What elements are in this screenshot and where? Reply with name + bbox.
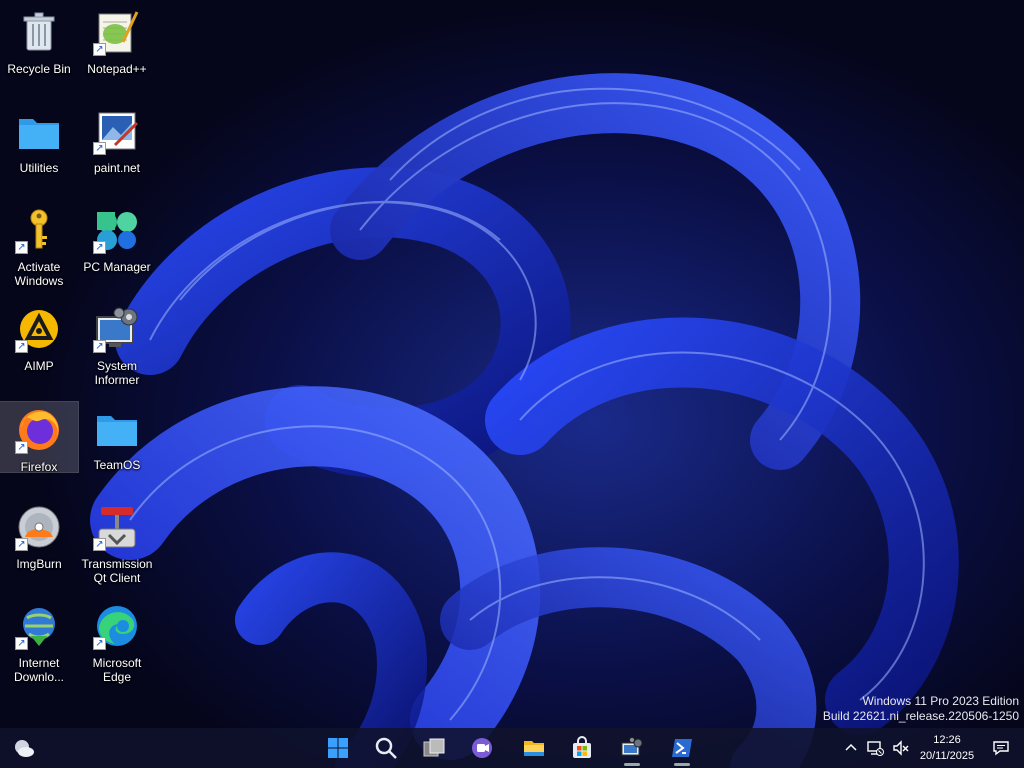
chevron-up-icon	[845, 743, 857, 751]
clock-time: 12:26	[933, 734, 961, 746]
teams-chat-button[interactable]	[464, 730, 500, 766]
running-indicator	[624, 763, 640, 766]
file-explorer-icon	[524, 741, 544, 756]
search-icon	[375, 737, 397, 759]
shortcut-arrow-icon: ↗	[15, 637, 28, 650]
notifications-button[interactable]	[990, 728, 1012, 768]
network-status-button[interactable]	[864, 728, 886, 768]
transmission-icon: ↗	[93, 503, 141, 551]
powershell-icon	[672, 739, 692, 757]
icon-label: Internet Downlo...	[13, 656, 65, 684]
volume-muted-icon	[893, 740, 909, 756]
aimp-icon: ↗	[15, 305, 63, 353]
shortcut-arrow-icon: ↗	[93, 43, 106, 56]
icon-label: Recycle Bin	[7, 62, 71, 76]
system-informer-icon: ↗	[93, 305, 141, 353]
microsoft-edge-icon: ↗	[93, 602, 141, 650]
paint-net-icon: ↗	[93, 107, 141, 155]
weather-widget-button[interactable]	[6, 730, 42, 766]
shortcut-arrow-icon: ↗	[93, 538, 106, 551]
icon-label: Utilities	[19, 161, 59, 175]
file-explorer-button[interactable]	[516, 730, 552, 766]
icon-label: PC Manager	[83, 260, 151, 274]
folder-icon	[15, 107, 63, 155]
internet-download-manager-icon: ↗	[15, 602, 63, 650]
clock-date: 20/11/2025	[919, 750, 975, 762]
edition-text: Windows 11 Pro 2023 Edition	[862, 694, 1019, 708]
icon-label: AIMP	[24, 359, 54, 373]
desktop-icon-notepad-plus-plus[interactable]: ↗ Notepad++	[78, 0, 156, 98]
desktop-icon-paint-net[interactable]: ↗ paint.net	[78, 99, 156, 197]
microsoft-store-button[interactable]	[564, 730, 600, 766]
shortcut-arrow-icon: ↗	[93, 340, 106, 353]
notification-icon	[993, 741, 1009, 756]
recycle-bin-icon	[15, 8, 63, 56]
desktop-icon-teamos[interactable]: TeamOS	[78, 396, 156, 494]
icon-label: TeamOS	[93, 458, 141, 472]
pc-manager-icon: ↗	[93, 206, 141, 254]
desktop-icon-firefox[interactable]: ↗ Firefox	[0, 401, 79, 474]
desktop-icon-microsoft-edge[interactable]: ↗ Microsoft Edge	[78, 594, 156, 692]
network-icon	[867, 741, 884, 756]
firefox-icon: ↗	[15, 406, 63, 454]
build-text: Build 22621.ni_release.220506-1250	[822, 709, 1019, 723]
desktop-icon-aimp[interactable]: ↗ AIMP	[0, 297, 78, 395]
notepad-plus-plus-icon: ↗	[93, 8, 141, 56]
search-button[interactable]	[368, 730, 404, 766]
icon-label: ImgBurn	[16, 557, 62, 571]
desktop-icon-imgburn[interactable]: ↗ ImgBurn	[0, 495, 78, 593]
icon-label: paint.net	[93, 161, 141, 175]
desktop-icon-activate-windows[interactable]: ↗ Activate Windows	[0, 198, 78, 296]
system-informer-icon	[621, 737, 643, 756]
taskbar: 12:26 20/11/2025	[0, 728, 1024, 768]
desktop-icon-system-informer[interactable]: ↗ System Informer	[78, 297, 156, 395]
powershell-button[interactable]	[664, 730, 700, 766]
imgburn-icon: ↗	[15, 503, 63, 551]
system-informer-taskbar-button[interactable]	[614, 730, 650, 766]
shortcut-arrow-icon: ↗	[93, 142, 106, 155]
weather-widget-icon	[15, 740, 34, 757]
volume-button[interactable]	[890, 728, 912, 768]
shortcut-arrow-icon: ↗	[15, 538, 28, 551]
key-icon: ↗	[15, 206, 63, 254]
icon-label: Microsoft Edge	[92, 656, 142, 684]
windows-edition-watermark: Windows 11 Pro 2023 Edition Build 22621.…	[823, 694, 1019, 724]
desktop-icon-recycle-bin[interactable]: Recycle Bin	[0, 0, 78, 98]
folder-icon	[93, 404, 141, 452]
start-icon	[328, 738, 348, 758]
shortcut-arrow-icon: ↗	[93, 637, 106, 650]
icon-label: System Informer	[94, 359, 140, 387]
desktop-icon-transmission[interactable]: ↗ Transmission Qt Client	[78, 495, 156, 593]
desktop-icon-utilities[interactable]: Utilities	[0, 99, 78, 197]
show-hidden-icons-button[interactable]	[842, 728, 860, 768]
desktop-icon-pc-manager[interactable]: ↗ PC Manager	[78, 198, 156, 296]
start-button[interactable]	[320, 730, 356, 766]
clock-button[interactable]: 12:26 20/11/2025	[912, 732, 982, 764]
task-view-button[interactable]	[416, 730, 452, 766]
task-view-icon	[423, 738, 445, 757]
icon-label: Activate Windows	[14, 260, 64, 288]
desktop-icon-internet-download-manager[interactable]: ↗ Internet Downlo...	[0, 594, 78, 692]
microsoft-store-icon	[573, 736, 591, 758]
icon-label: Firefox	[20, 460, 58, 474]
icon-label: Transmission Qt Client	[81, 557, 153, 585]
running-indicator	[674, 763, 690, 766]
icon-label: Notepad++	[87, 62, 147, 76]
shortcut-arrow-icon: ↗	[15, 441, 28, 454]
shortcut-arrow-icon: ↗	[15, 340, 28, 353]
shortcut-arrow-icon: ↗	[15, 241, 28, 254]
shortcut-arrow-icon: ↗	[93, 241, 106, 254]
teams-chat-icon	[472, 738, 492, 758]
